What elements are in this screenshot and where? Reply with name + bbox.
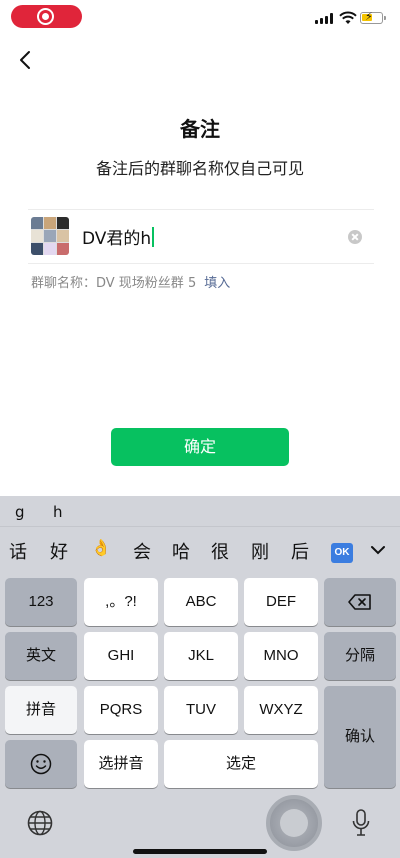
group-avatar [31,217,69,255]
candidate-item[interactable]: 会 [133,538,151,564]
key-pqrs[interactable]: PQRS [84,686,158,734]
key-abc[interactable]: ABC [164,578,238,626]
screen-recording-indicator[interactable] [11,5,82,28]
key-tuv[interactable]: TUV [164,686,238,734]
candidate-item[interactable]: 刚 [251,538,269,564]
remark-input-row[interactable]: DV君的h [28,210,374,263]
key-pinyin[interactable]: 拼音 [5,686,77,734]
key-ghi[interactable]: GHI [84,632,158,680]
key-jkl[interactable]: JKL [164,632,238,680]
home-indicator[interactable] [133,849,267,854]
chevron-down-icon[interactable] [370,542,386,558]
candidate-item[interactable]: 👌 [91,538,111,557]
key-punctuation[interactable]: ,。?! [84,578,158,626]
status-bar: ⚡ [0,0,400,36]
text-cursor [152,227,155,247]
remark-input[interactable]: DV君的h [82,224,155,249]
backspace-key[interactable] [324,578,396,626]
ok-emoji-candidate[interactable]: OK [331,543,353,563]
record-icon [37,8,54,25]
key-select[interactable]: 选定 [164,740,318,788]
candidate-item[interactable]: 后 [291,538,309,564]
key-english[interactable]: 英文 [5,632,77,680]
pinyin-letter: h [53,503,63,521]
remark-input-value: DV君的h [82,229,152,249]
clear-input-icon[interactable] [348,230,362,244]
pinyin-composition-row: g h [0,496,400,527]
emoji-icon [30,753,52,775]
battery-charging-icon: ⚡ [360,10,386,24]
key-def[interactable]: DEF [244,578,318,626]
key-select-pinyin[interactable]: 选拼音 [84,740,158,788]
candidate-item[interactable]: 话 [9,538,27,564]
page-subtitle: 备注后的群聊名称仅自己可见 [95,159,304,178]
key-wxyz[interactable]: WXYZ [244,686,318,734]
divider [28,263,374,264]
pinyin-letter: g [15,503,25,521]
key-mno[interactable]: MNO [244,632,318,680]
backspace-icon [348,594,371,610]
confirm-button[interactable]: 确定 [111,428,289,466]
emoji-key[interactable] [5,740,77,788]
fill-in-link[interactable]: 填入 [204,276,230,291]
page-title: 备注 [180,117,220,141]
assistive-touch-button[interactable] [266,795,322,851]
candidate-item[interactable]: 哈 [172,538,190,564]
group-name-label: 群聊名称：DV 现场粉丝群 5 [31,276,197,291]
key-separate[interactable]: 分隔 [324,632,396,680]
microphone-icon[interactable] [351,808,371,838]
globe-icon[interactable] [27,810,53,836]
key-confirm[interactable]: 确认 [324,686,396,788]
back-chevron-icon[interactable] [16,48,36,72]
candidate-item[interactable]: 很 [211,538,229,564]
signal-icon [315,13,335,24]
candidate-item[interactable]: 好 [50,538,68,564]
group-name-hint: 群聊名称：DV 现场粉丝群 5 填入 [31,272,230,291]
wifi-icon [339,11,357,24]
key-123[interactable]: 123 [5,578,77,626]
